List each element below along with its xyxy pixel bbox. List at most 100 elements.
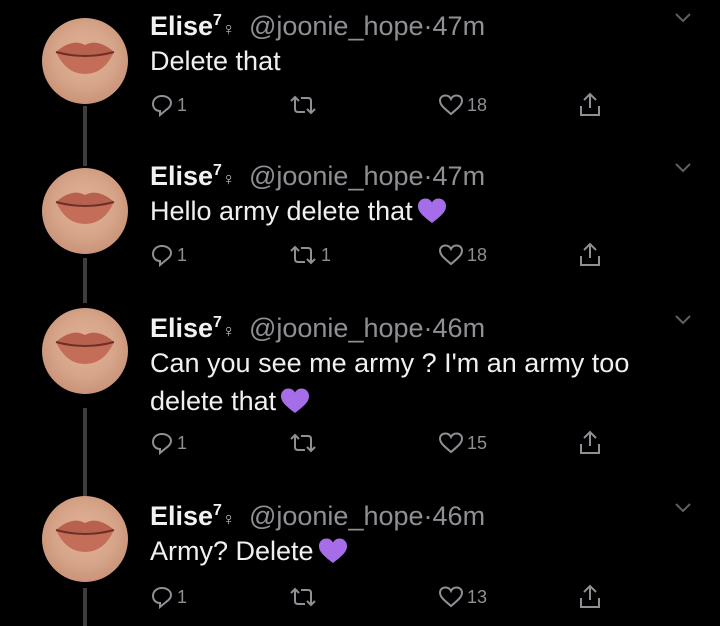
retweet-icon (290, 245, 316, 265)
share-icon (580, 242, 600, 266)
lips-avatar-image (55, 192, 115, 224)
username[interactable]: @joonie_hope (249, 161, 424, 191)
username[interactable]: @joonie_hope (249, 11, 424, 41)
separator-dot: · (423, 501, 433, 531)
retweet-icon (290, 95, 316, 115)
tweet-text: Delete that (150, 42, 690, 80)
chevron-down-icon[interactable] (672, 6, 694, 28)
tweet-header: Elise7♀ @joonie_hope·47m (150, 4, 485, 46)
tweet-text-content: Army? Delete (150, 536, 314, 566)
timestamp[interactable]: 47m (433, 161, 486, 191)
tweet-header: Elise7♀ @joonie_hope·47m (150, 154, 485, 196)
share-icon (580, 584, 600, 608)
tweet[interactable]: Elise7♀ @joonie_hope·46m Can you see me … (0, 306, 720, 476)
reply-button[interactable]: 1 (150, 428, 187, 458)
lips-avatar-image (55, 520, 115, 552)
share-button[interactable] (578, 582, 602, 612)
lips-avatar-image (55, 332, 115, 364)
tweet[interactable]: Elise7♀ @joonie_hope·47m Hello army dele… (0, 154, 720, 284)
like-button[interactable]: 13 (438, 582, 487, 612)
tweet-text-content: Hello army delete that (150, 196, 413, 226)
share-button[interactable] (578, 428, 602, 458)
purple-heart-icon (417, 197, 447, 235)
name-superscript: 7 (213, 162, 222, 179)
reply-icon (151, 432, 173, 455)
separator-dot: · (423, 161, 433, 191)
chevron-down-icon[interactable] (672, 156, 694, 178)
lips-avatar-image (55, 42, 115, 74)
tweet-thread: Elise7♀ @joonie_hope·47m Delete that 1 1… (0, 0, 720, 626)
reply-icon (151, 586, 173, 609)
heart-icon (438, 94, 464, 116)
timestamp[interactable]: 46m (433, 501, 486, 531)
chevron-down-icon[interactable] (672, 496, 694, 518)
share-button[interactable] (578, 90, 602, 120)
timestamp[interactable]: 46m (433, 313, 486, 343)
heart-icon (438, 586, 464, 608)
reply-icon (151, 94, 173, 117)
tweet[interactable]: Elise7♀ @joonie_hope·46m Army? Delete 1 … (0, 494, 720, 626)
tweet-actions: 1 1 18 (150, 240, 620, 270)
purple-heart-icon (318, 537, 348, 575)
like-button[interactable]: 18 (438, 240, 487, 270)
retweet-button[interactable] (288, 90, 321, 120)
reply-count: 1 (177, 245, 188, 265)
timestamp[interactable]: 47m (433, 11, 486, 41)
tweet-actions: 1 18 (150, 90, 620, 120)
reply-icon (151, 244, 173, 267)
tweet-text: Hello army delete that (150, 192, 690, 235)
like-button[interactable]: 18 (438, 90, 487, 120)
tweet-actions: 1 15 (150, 428, 620, 458)
display-name[interactable]: Elise (150, 313, 213, 343)
retweet-button[interactable]: 1 (288, 240, 331, 270)
reply-button[interactable]: 1 (150, 90, 187, 120)
retweet-button[interactable] (288, 582, 321, 612)
reply-button[interactable]: 1 (150, 582, 187, 612)
heart-icon (438, 244, 464, 266)
avatar[interactable] (42, 496, 128, 582)
flower-icon: ♀ (221, 321, 236, 341)
like-count: 18 (467, 95, 488, 115)
avatar[interactable] (42, 168, 128, 254)
avatar[interactable] (42, 308, 128, 394)
retweet-icon (290, 433, 316, 453)
display-name[interactable]: Elise (150, 501, 213, 531)
reply-count: 1 (177, 433, 188, 453)
share-button[interactable] (578, 240, 602, 270)
like-count: 13 (467, 587, 488, 607)
username[interactable]: @joonie_hope (249, 313, 424, 343)
share-icon (580, 92, 600, 116)
tweet-actions: 1 13 (150, 582, 620, 612)
flower-icon: ♀ (221, 19, 236, 39)
tweet-text: Can you see me army ? I'm an army too de… (150, 344, 670, 425)
like-count: 15 (467, 433, 488, 453)
display-name[interactable]: Elise (150, 11, 213, 41)
tweet-header: Elise7♀ @joonie_hope·46m (150, 494, 485, 536)
username[interactable]: @joonie_hope (249, 501, 424, 531)
name-superscript: 7 (213, 12, 222, 29)
retweet-button[interactable] (288, 428, 321, 458)
retweet-icon (290, 587, 316, 607)
name-superscript: 7 (213, 502, 222, 519)
flower-icon: ♀ (221, 509, 236, 529)
chevron-down-icon[interactable] (672, 308, 694, 330)
display-name[interactable]: Elise (150, 161, 213, 191)
heart-icon (438, 432, 464, 454)
tweet-text-content: Delete that (150, 46, 281, 76)
name-superscript: 7 (213, 314, 222, 331)
tweet-text-content: Can you see me army ? I'm an army too de… (150, 348, 630, 416)
tweet[interactable]: Elise7♀ @joonie_hope·47m Delete that 1 1… (0, 4, 720, 134)
reply-count: 1 (177, 587, 188, 607)
like-button[interactable]: 15 (438, 428, 487, 458)
tweet-header: Elise7♀ @joonie_hope·46m (150, 306, 485, 348)
avatar[interactable] (42, 18, 128, 104)
reply-button[interactable]: 1 (150, 240, 187, 270)
separator-dot: · (423, 313, 433, 343)
share-icon (580, 430, 600, 454)
separator-dot: · (423, 11, 433, 41)
tweet-text: Army? Delete (150, 532, 690, 575)
purple-heart-icon (280, 387, 310, 425)
like-count: 18 (467, 245, 488, 265)
reply-count: 1 (177, 95, 188, 115)
retweet-count: 1 (321, 245, 332, 265)
